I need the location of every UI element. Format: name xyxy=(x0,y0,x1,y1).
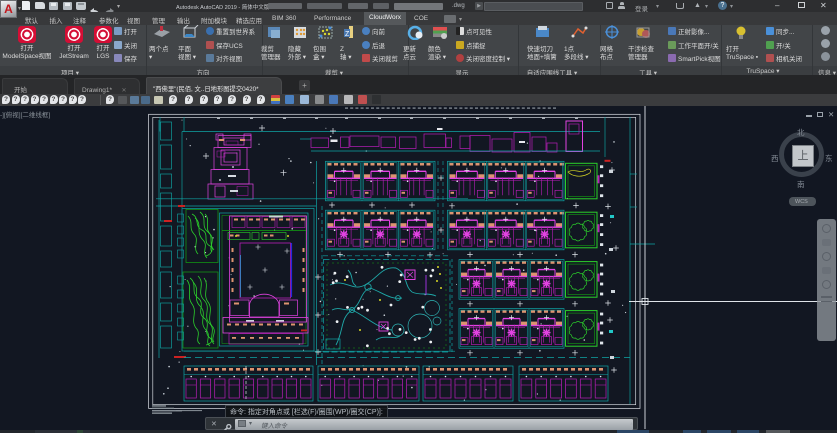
svg-text:Z: Z xyxy=(345,31,350,38)
